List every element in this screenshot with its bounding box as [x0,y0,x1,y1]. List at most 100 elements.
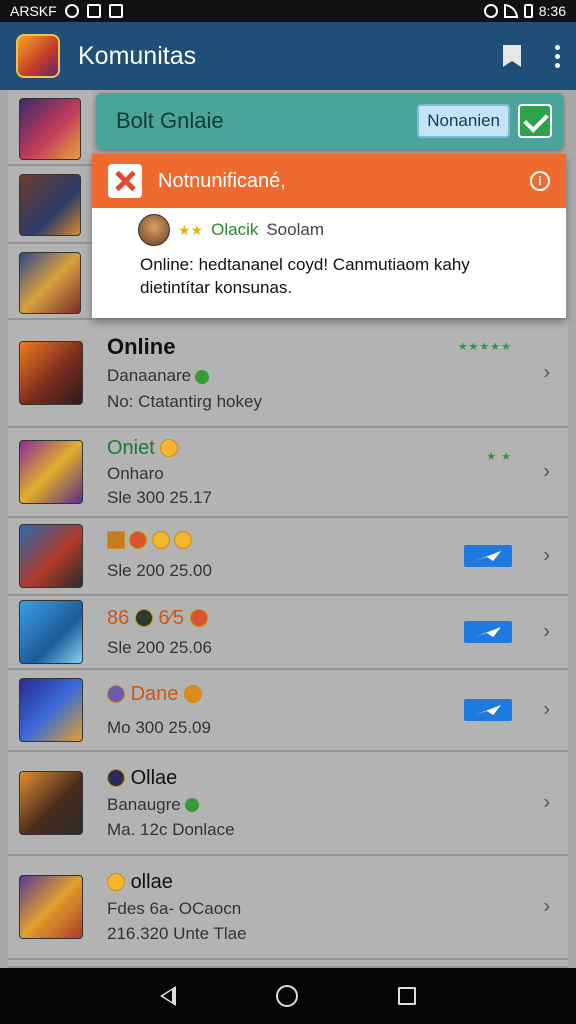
notification-title: Notnunificané, [158,169,286,192]
item-detail: Sle 300 25.17 [107,487,212,507]
game-thumbnail [19,252,81,314]
item-subtitle: Onharo [107,463,164,483]
more-options-icon[interactable] [555,44,560,68]
list-item[interactable]: Ollae Banaugre Ma. 12c Donlace › [8,752,568,856]
list-item[interactable]: 86 6⁄5 Sle 200 25.06 › [8,596,568,670]
game-thumbnail [19,440,83,504]
list-item[interactable]: Oniet Onharo Sle 300 25.17 ★ ★ › [8,428,568,518]
chevron-right-icon[interactable]: › [543,896,550,919]
item-detail: 216.320 Unte Tlae [107,923,247,943]
send-badge[interactable] [464,621,512,643]
badge-icon [151,530,170,549]
badge-icon [129,530,148,549]
chevron-right-icon[interactable]: › [543,621,550,644]
online-icon [184,798,199,813]
badge-icon [107,685,125,704]
emoji-icon [174,530,193,549]
chevron-right-icon[interactable]: › [543,362,550,385]
app-title: Komunitas [78,41,197,70]
toast-action-button[interactable]: Nonanien [417,104,510,138]
back-icon[interactable] [160,986,176,1006]
notification-user-sub: Soolam [266,220,324,239]
item-title: Dane [130,682,179,705]
game-thumbnail [19,98,81,160]
notification-user: ★★ Olacik Soolam [92,208,566,246]
status-left-text: ARSKF [10,3,57,19]
chevron-right-icon[interactable]: › [543,461,550,484]
send-icon [475,627,501,637]
item-detail: No: Ctatantirg hokey [107,392,262,411]
list-item[interactable]: Sle 200 25.00 › [8,518,568,596]
list-item[interactable] [8,244,92,320]
app-bar: Komunitas [0,22,576,90]
notification-body: Online: hedtananel coyd! Canmutiaom kahy… [140,255,470,297]
emoji-icon [107,873,125,892]
list-item[interactable] [8,960,568,968]
send-icon [475,705,501,715]
home-icon[interactable] [276,985,298,1007]
item-title: ollae [130,870,173,893]
game-thumbnail [19,771,83,835]
item-title: Oniet [107,436,155,459]
badge-icon [107,530,125,549]
badge-icon [134,609,153,628]
status-bar: ARSKF 8:36 [0,0,576,22]
rating-stars: ★★★★★ [457,341,512,353]
notification-app-icon [108,164,142,198]
battery-icon [523,4,533,18]
chevron-right-icon[interactable]: › [543,792,550,815]
list-item[interactable]: Online Danaanare No: Ctatantirg hokey ★★… [8,320,568,428]
game-thumbnail [19,174,81,236]
notification-user-name: Olacik [211,220,259,239]
list-item[interactable]: Dane Mo 300 25.09 › [8,670,568,752]
message-icon [108,4,123,18]
online-icon [195,369,210,384]
image-icon [86,4,101,18]
game-thumbnail [19,875,83,939]
star-icon: ★★ [178,221,204,238]
game-thumbnail [19,341,83,405]
status-time: 8:36 [538,3,566,19]
bookmark-icon[interactable] [503,45,521,67]
badge-icon [183,685,202,704]
item-title: Ollae [130,766,178,789]
item-detail: Sle 200 25.06 [107,637,212,657]
list-item[interactable] [8,166,92,244]
system-nav-bar [0,968,576,1024]
chevron-right-icon[interactable]: › [543,545,550,568]
rating-stars: ★ ★ [486,451,512,463]
list-item[interactable] [8,90,92,166]
notification-icon [64,4,79,18]
game-thumbnail [19,524,83,588]
avatar [138,214,170,246]
item-subtitle: Danaanare [107,366,192,385]
item-detail: Mo 300 25.09 [107,717,211,737]
toast-text: Bolt Gnlaie [116,108,224,133]
game-thumbnail [19,600,83,664]
badge-icon [107,769,125,788]
alarm-icon [483,4,498,18]
notification-header: Notnunificané, i [92,154,566,208]
item-title-suffix: 6⁄5 [158,606,184,629]
send-icon [475,551,501,561]
item-title: Online [107,334,176,359]
app-logo [16,34,60,78]
check-icon[interactable] [518,104,552,138]
item-title: 86 [107,606,135,629]
notification-card[interactable]: Notnunificané, i ★★ Olacik Soolam Online… [92,154,566,318]
wifi-icon [503,4,518,18]
chevron-right-icon[interactable]: › [543,699,550,722]
item-detail: Sle 200 25.00 [107,561,212,581]
send-badge[interactable] [464,545,512,567]
game-thumbnail [19,678,83,742]
send-badge[interactable] [464,699,512,721]
recent-apps-icon[interactable] [398,987,416,1005]
item-subtitle: Banaugre [107,794,181,814]
item-subtitle: Fdes 6a- OCaocn [107,898,242,918]
badge-icon [189,609,208,628]
toast-banner: Bolt Gnlaie Nonanien [96,93,564,149]
info-icon[interactable]: i [530,171,550,191]
emoji-icon [160,439,179,458]
item-detail: Ma. 12c Donlace [107,819,235,839]
list-item[interactable]: ollae Fdes 6a- OCaocn 216.320 Unte Tlae … [8,856,568,960]
